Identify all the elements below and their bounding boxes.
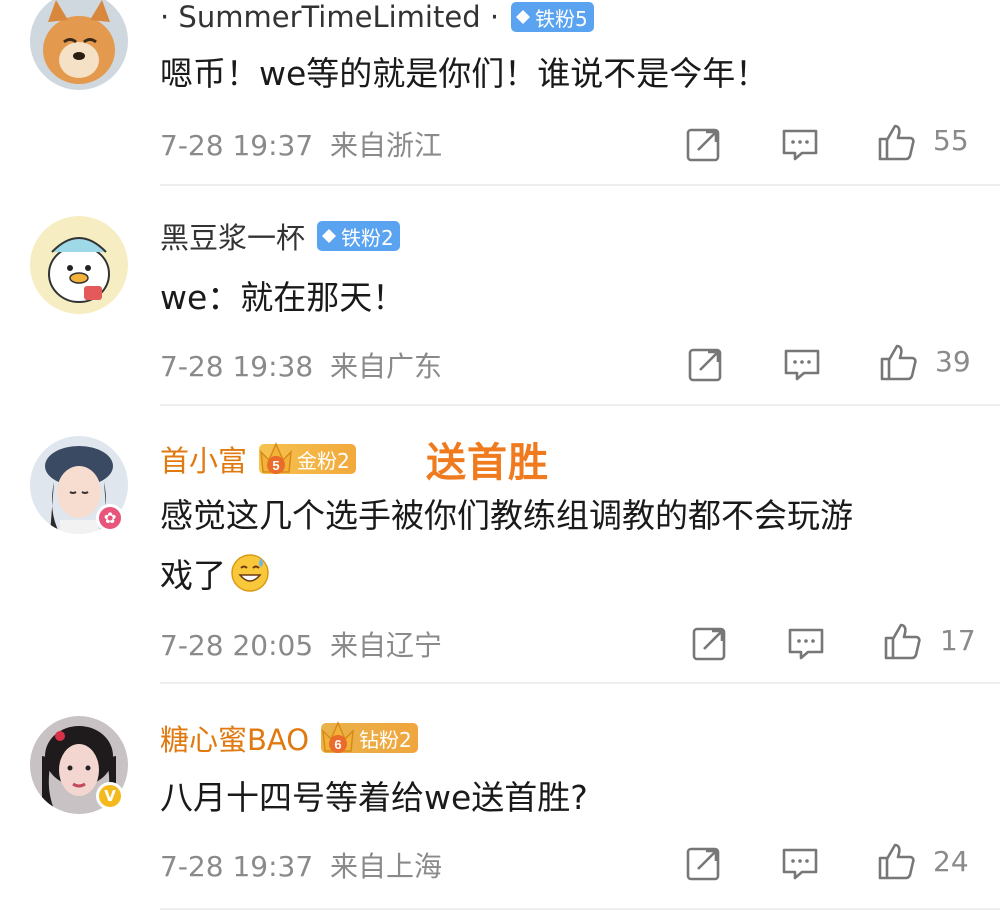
divider bbox=[160, 908, 1000, 910]
badge-label: 金粉2 bbox=[297, 448, 350, 473]
badge-level: 6 bbox=[334, 737, 341, 752]
comment-icon bbox=[784, 349, 820, 381]
comment-3: ✿ 首小富 5 金粉2 送首胜 感觉这几个选手被你们教练组调教的都不会玩游 戏了… bbox=[0, 430, 1000, 686]
divider bbox=[160, 184, 1000, 186]
thumbs-up-icon bbox=[884, 623, 921, 660]
comment-4: V 糖心蜜BAO 6 钻粉2 八月十四号等着给we送首胜? 7-28 19:37… bbox=[0, 712, 1000, 911]
comment-text: we：就在那天！ bbox=[160, 278, 406, 317]
overlay-caption: 送首胜 bbox=[426, 440, 549, 486]
name-row: 首小富 5 金粉2 bbox=[160, 439, 356, 479]
comment-1: · SummerTimeLimited · 铁粉5 嗯币！we等的就是你们！谁说… bbox=[0, 0, 1000, 186]
name-row: 黑豆浆一杯 铁粉2 bbox=[160, 216, 400, 256]
like-button[interactable] bbox=[876, 841, 916, 881]
like-button[interactable] bbox=[882, 621, 922, 661]
comment-meta: 7-28 19:37 来自上海 bbox=[160, 845, 442, 885]
name-row: · SummerTimeLimited · 铁粉5 bbox=[160, 0, 594, 37]
fan-badge[interactable]: 5 金粉2 bbox=[259, 442, 356, 474]
username[interactable]: · SummerTimeLimited · bbox=[160, 0, 499, 34]
username[interactable]: 首小富 bbox=[160, 438, 247, 480]
like-button[interactable] bbox=[876, 122, 916, 162]
dog-avatar-icon bbox=[30, 0, 128, 90]
thumbs-up-icon bbox=[878, 843, 915, 880]
comment-meta: 7-28 19:38 来自广东 bbox=[160, 345, 442, 385]
comment-text: 八月十四号等着给we送首胜? bbox=[160, 778, 588, 817]
comment-text-line: 戏了 bbox=[160, 556, 226, 595]
location: 来自广东 bbox=[330, 350, 443, 383]
location: 来自上海 bbox=[330, 850, 443, 883]
like-count: 55 bbox=[933, 124, 969, 157]
crown-icon: 6 bbox=[322, 721, 355, 753]
verified-badge-icon: V bbox=[96, 782, 124, 810]
comment-text: 感觉这几个选手被你们教练组调教的都不会玩游 戏了 bbox=[160, 486, 970, 606]
like-count: 24 bbox=[933, 845, 969, 878]
badge-label: 铁粉2 bbox=[341, 225, 394, 250]
timestamp: 7-28 19:38 bbox=[160, 350, 314, 383]
comment-button[interactable] bbox=[782, 344, 822, 384]
crown-icon: 5 bbox=[260, 442, 292, 474]
location: 来自辽宁 bbox=[330, 629, 443, 662]
repost-icon bbox=[692, 627, 726, 661]
fan-badge[interactable]: 6 钻粉2 bbox=[321, 721, 418, 753]
comment-icon bbox=[782, 129, 818, 161]
comment-2: 黑豆浆一杯 铁粉2 we：就在那天！ 7-28 19:38 来自广东 39 bbox=[0, 214, 1000, 406]
comment-meta: 7-28 19:37 来自浙江 bbox=[160, 124, 442, 164]
like-button[interactable] bbox=[878, 342, 918, 382]
location: 来自浙江 bbox=[330, 129, 443, 162]
divider bbox=[160, 404, 1000, 406]
timestamp: 7-28 19:37 bbox=[160, 850, 314, 883]
fan-badge[interactable]: 铁粉2 bbox=[317, 221, 400, 251]
comment-text: 嗯币！we等的就是你们！谁说不是今年！ bbox=[160, 54, 769, 93]
badge-label: 钻粉2 bbox=[359, 727, 412, 752]
timestamp: 7-28 19:37 bbox=[160, 129, 314, 162]
diamond-icon bbox=[322, 229, 337, 243]
duck-avatar-icon bbox=[30, 216, 128, 314]
comment-button[interactable] bbox=[780, 124, 820, 164]
diamond-icon bbox=[516, 10, 531, 24]
like-count: 17 bbox=[940, 624, 976, 657]
repost-button[interactable] bbox=[684, 124, 724, 164]
comment-text-line: 感觉这几个选手被你们教练组调教的都不会玩游 bbox=[160, 496, 853, 535]
divider bbox=[160, 682, 1000, 684]
like-count: 39 bbox=[935, 345, 971, 378]
repost-icon bbox=[688, 348, 722, 382]
comment-button[interactable] bbox=[786, 623, 826, 663]
comment-meta: 7-28 20:05 来自辽宁 bbox=[160, 624, 442, 664]
name-row: 糖心蜜BAO 6 钻粉2 bbox=[160, 718, 418, 758]
thumbs-up-icon bbox=[880, 344, 917, 381]
username[interactable]: 糖心蜜BAO bbox=[160, 717, 309, 759]
verified-badge-icon: ✿ bbox=[96, 504, 124, 532]
timestamp: 7-28 20:05 bbox=[160, 629, 314, 662]
comment-icon bbox=[782, 848, 818, 880]
badge-level: 5 bbox=[272, 458, 279, 473]
repost-button[interactable] bbox=[690, 623, 730, 663]
avatar[interactable] bbox=[30, 0, 128, 90]
thumbs-up-icon bbox=[878, 124, 915, 161]
badge-label: 铁粉5 bbox=[535, 6, 588, 31]
username[interactable]: 黑豆浆一杯 bbox=[160, 215, 305, 257]
repost-button[interactable] bbox=[686, 344, 726, 384]
comment-icon bbox=[788, 628, 824, 660]
avatar[interactable] bbox=[30, 216, 128, 314]
comment-button[interactable] bbox=[780, 843, 820, 883]
grinning-sweat-emoji-icon bbox=[231, 554, 269, 592]
repost-icon bbox=[686, 847, 720, 881]
repost-icon bbox=[686, 128, 720, 162]
comment-text-line-2: 戏了 bbox=[160, 546, 970, 606]
fan-badge[interactable]: 铁粉5 bbox=[511, 2, 594, 32]
repost-button[interactable] bbox=[684, 843, 724, 883]
